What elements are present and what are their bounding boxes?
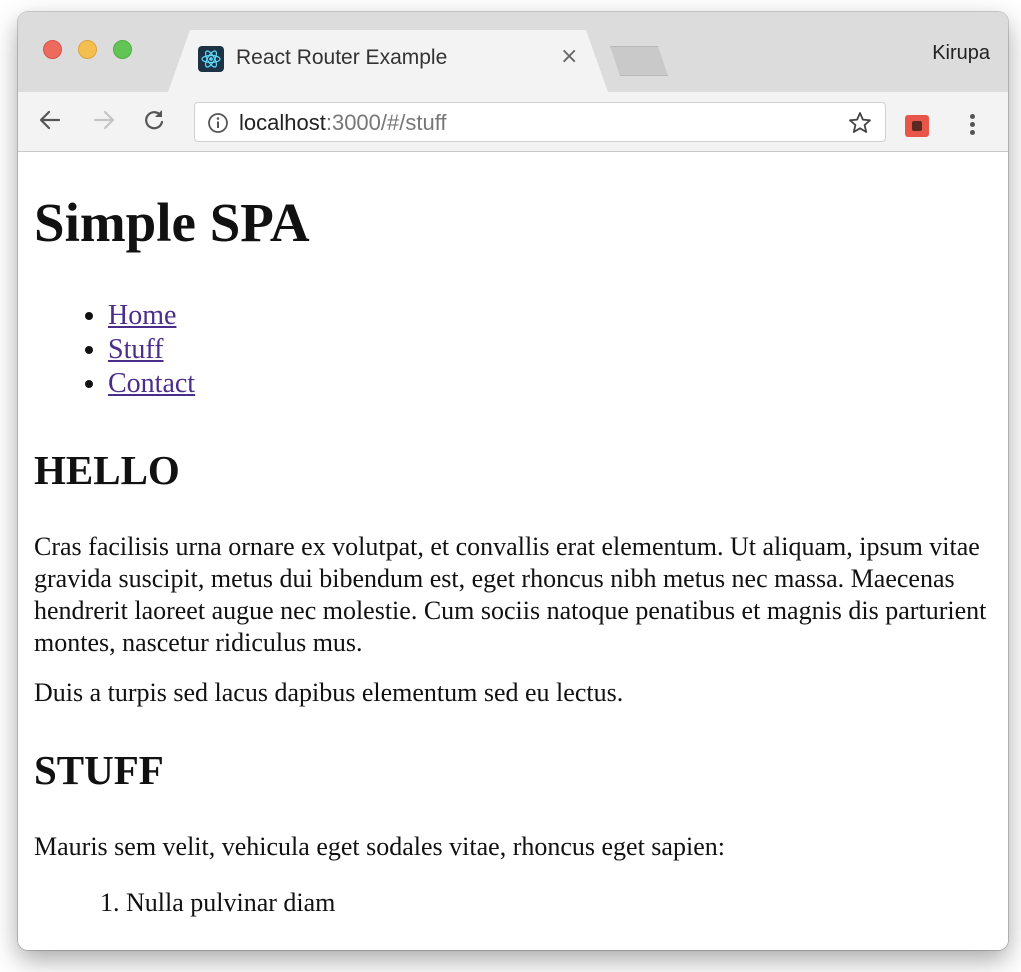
- tab-close-icon[interactable]: ×: [560, 44, 578, 69]
- nav-link-contact[interactable]: Contact: [108, 368, 195, 399]
- star-icon[interactable]: [847, 110, 873, 141]
- stuff-list-item: Nulla pulvinar diam: [126, 887, 996, 919]
- tab-strip: React Router Example × Kirupa: [18, 12, 1008, 92]
- react-logo-icon: [198, 46, 224, 72]
- tab-react-router-example[interactable]: React Router Example ×: [168, 30, 608, 92]
- url-path: :3000/#/stuff: [325, 110, 447, 135]
- close-window-button[interactable]: [43, 40, 62, 59]
- stuff-heading: STUFF: [34, 747, 164, 793]
- hello-paragraph-2: Duis a turpis sed lacus dapibus elementu…: [34, 678, 624, 707]
- reload-icon[interactable]: [138, 104, 170, 136]
- nav-item-contact: Contact: [108, 367, 996, 401]
- extension-icon[interactable]: [905, 115, 929, 137]
- nav-link-home[interactable]: Home: [108, 300, 176, 331]
- browser-toolbar: localhost:3000/#/stuff: [18, 92, 1008, 152]
- page-content: Simple SPA Home Stuff Contact HELLO Cras…: [18, 153, 1008, 950]
- url-text: localhost:3000/#/stuff: [239, 110, 447, 136]
- forward-arrow-icon[interactable]: [88, 104, 120, 136]
- back-arrow-icon[interactable]: [34, 104, 66, 136]
- zoom-window-button[interactable]: [113, 40, 132, 59]
- profile-name[interactable]: Kirupa: [932, 42, 990, 65]
- address-bar[interactable]: localhost:3000/#/stuff: [194, 102, 886, 142]
- nav-list: Home Stuff Contact: [108, 299, 996, 401]
- kebab-menu-icon[interactable]: [962, 112, 982, 140]
- nav-item-stuff: Stuff: [108, 333, 996, 367]
- hello-paragraph-1: Cras facilisis urna ornare ex volutpat, …: [34, 532, 987, 657]
- page-title: Simple SPA: [34, 192, 310, 253]
- new-tab-button[interactable]: [610, 46, 668, 76]
- info-icon[interactable]: [207, 112, 229, 139]
- minimize-window-button[interactable]: [78, 40, 97, 59]
- browser-window: React Router Example × Kirupa localhost:…: [18, 12, 1008, 950]
- stuff-paragraph: Mauris sem velit, vehicula eget sodales …: [34, 832, 725, 861]
- nav-item-home: Home: [108, 299, 996, 333]
- tab-title: React Router Example: [236, 46, 448, 69]
- nav-link-stuff[interactable]: Stuff: [108, 334, 164, 365]
- stuff-list: Nulla pulvinar diam: [126, 887, 996, 919]
- url-host: localhost: [239, 110, 326, 135]
- hello-heading: HELLO: [34, 447, 180, 493]
